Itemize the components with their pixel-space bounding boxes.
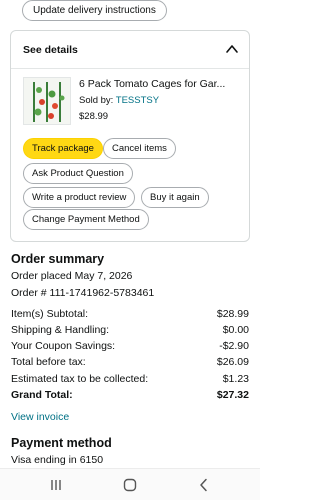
track-package-button[interactable]: Track package (23, 138, 103, 159)
order-placed-date: Order placed May 7, 2026 (11, 270, 133, 282)
shipment-details-card: See details 6 Pack Tomato Cages for Gar.… (10, 30, 250, 242)
product-thumbnail[interactable] (23, 77, 71, 125)
see-details-label: See details (23, 44, 78, 56)
write-product-review-button[interactable]: Write a product review (23, 187, 136, 208)
update-delivery-instructions-button[interactable]: Update delivery instructions (22, 0, 167, 21)
buy-it-again-button[interactable]: Buy it again (141, 187, 209, 208)
chevron-up-icon[interactable] (225, 43, 239, 55)
sold-by-label: Sold by: (79, 95, 116, 106)
order-summary-title: Order summary (11, 252, 105, 266)
subtotal-row: Item(s) Subtotal: $28.99 (11, 308, 249, 322)
total-before-tax-row: Total before tax: $26.09 (11, 356, 249, 370)
see-details-header[interactable]: See details (11, 31, 249, 69)
grand-total-row: Grand Total: $27.32 (11, 389, 249, 403)
coupon-savings-row: Your Coupon Savings: -$2.90 (11, 340, 249, 354)
cancel-items-button[interactable]: Cancel items (103, 138, 176, 159)
recent-apps-icon[interactable] (48, 477, 64, 493)
row-value: $27.32 (216, 389, 249, 401)
back-icon[interactable] (196, 477, 212, 493)
row-label: Item(s) Subtotal: (11, 308, 89, 320)
row-value: $1.23 (222, 373, 249, 385)
row-value: $28.99 (216, 308, 249, 320)
system-navigation-bar (0, 468, 260, 500)
order-number: Order # 111-1741962-5783461 (11, 287, 155, 299)
row-label: Estimated tax to be collected: (11, 373, 149, 385)
row-label: Shipping & Handling: (11, 324, 110, 336)
row-value: -$2.90 (219, 340, 249, 352)
view-invoice-link[interactable]: View invoice (11, 411, 69, 423)
home-icon[interactable] (122, 477, 138, 493)
row-label: Total before tax: (11, 356, 86, 368)
ask-product-question-button[interactable]: Ask Product Question (23, 163, 133, 184)
row-value: $0.00 (222, 324, 249, 336)
shipping-row: Shipping & Handling: $0.00 (11, 324, 249, 338)
estimated-tax-row: Estimated tax to be collected: $1.23 (11, 373, 249, 387)
change-payment-method-button[interactable]: Change Payment Method (23, 209, 149, 230)
sold-by: Sold by: TESSTSY (79, 95, 159, 106)
payment-method-title: Payment method (11, 436, 112, 450)
tomato-cage-image (24, 78, 70, 124)
item-price: $28.99 (79, 111, 109, 122)
row-label: Grand Total: (11, 389, 73, 401)
row-label: Your Coupon Savings: (11, 340, 116, 352)
seller-link[interactable]: TESSTSY (116, 95, 159, 106)
payment-card-info: Visa ending in 6150 (11, 454, 104, 466)
product-title-link[interactable]: 6 Pack Tomato Cages for Gar... (79, 78, 243, 90)
row-value: $26.09 (216, 356, 249, 368)
